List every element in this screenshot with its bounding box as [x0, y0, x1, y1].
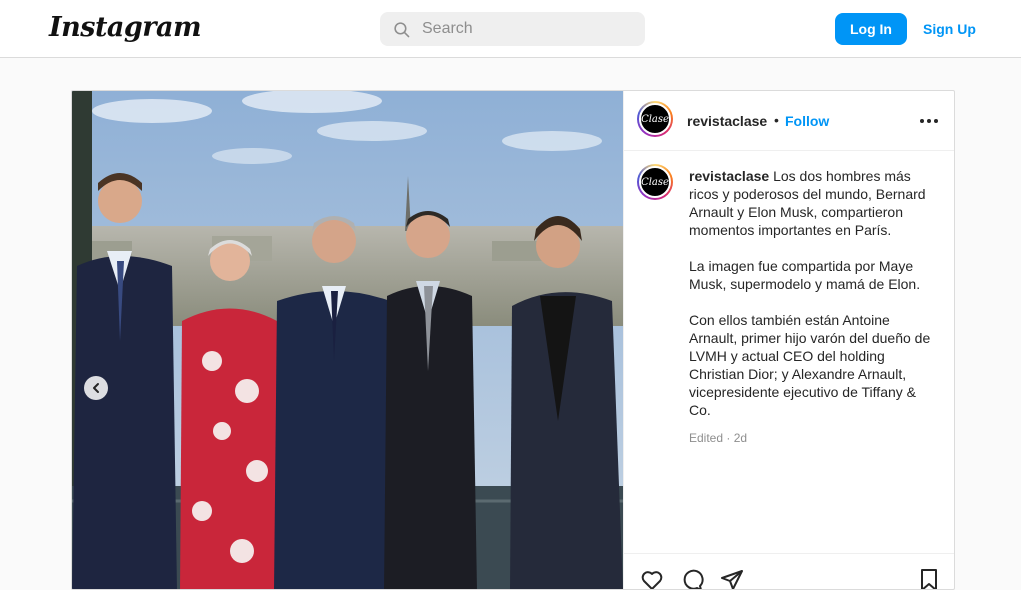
post-sidebar: Clase revistaclase • Follow Clase revist…: [623, 91, 954, 589]
instagram-logo[interactable]: Instagram: [49, 12, 202, 43]
post-username[interactable]: revistaclase: [687, 113, 767, 129]
avatar-label: Clase: [639, 103, 671, 135]
search-icon: [380, 12, 422, 46]
action-bar: [624, 553, 954, 589]
comment-icon[interactable]: [680, 568, 704, 589]
search-input[interactable]: [422, 20, 622, 38]
chevron-left-icon: [90, 382, 102, 394]
bookmark-icon[interactable]: [917, 568, 941, 589]
top-navbar: Instagram Log In Sign Up: [0, 0, 1021, 58]
caption-paragraph-3: Con ellos también están Antoine Arnault,…: [689, 312, 931, 418]
caption-paragraph-1: revistaclase Los dos hombres más ricos y…: [689, 167, 935, 239]
post-header: Clase revistaclase • Follow: [624, 91, 954, 151]
follow-button[interactable]: Follow: [785, 113, 829, 129]
share-icon[interactable]: [720, 568, 744, 589]
avatar[interactable]: Clase: [637, 101, 673, 137]
post-caption: revistaclase Los dos hombres más ricos y…: [689, 167, 935, 447]
separator-dot: •: [774, 112, 779, 128]
search-bar[interactable]: [380, 12, 645, 46]
post-photo: [72, 91, 623, 589]
edited-timestamp: Edited · 2d: [689, 431, 748, 445]
signup-link[interactable]: Sign Up: [923, 21, 976, 37]
heart-icon[interactable]: [640, 568, 664, 589]
carousel-prev-button[interactable]: [84, 376, 108, 400]
login-button[interactable]: Log In: [835, 13, 907, 45]
post-card: Clase revistaclase • Follow Clase revist…: [71, 90, 955, 590]
caption-username[interactable]: revistaclase: [689, 168, 769, 184]
more-options-icon[interactable]: [917, 111, 941, 131]
caption-avatar[interactable]: Clase: [637, 164, 673, 200]
caption-paragraph-2: La imagen fue compartida por Maye Musk, …: [689, 258, 921, 292]
caption-avatar-label: Clase: [639, 166, 671, 198]
